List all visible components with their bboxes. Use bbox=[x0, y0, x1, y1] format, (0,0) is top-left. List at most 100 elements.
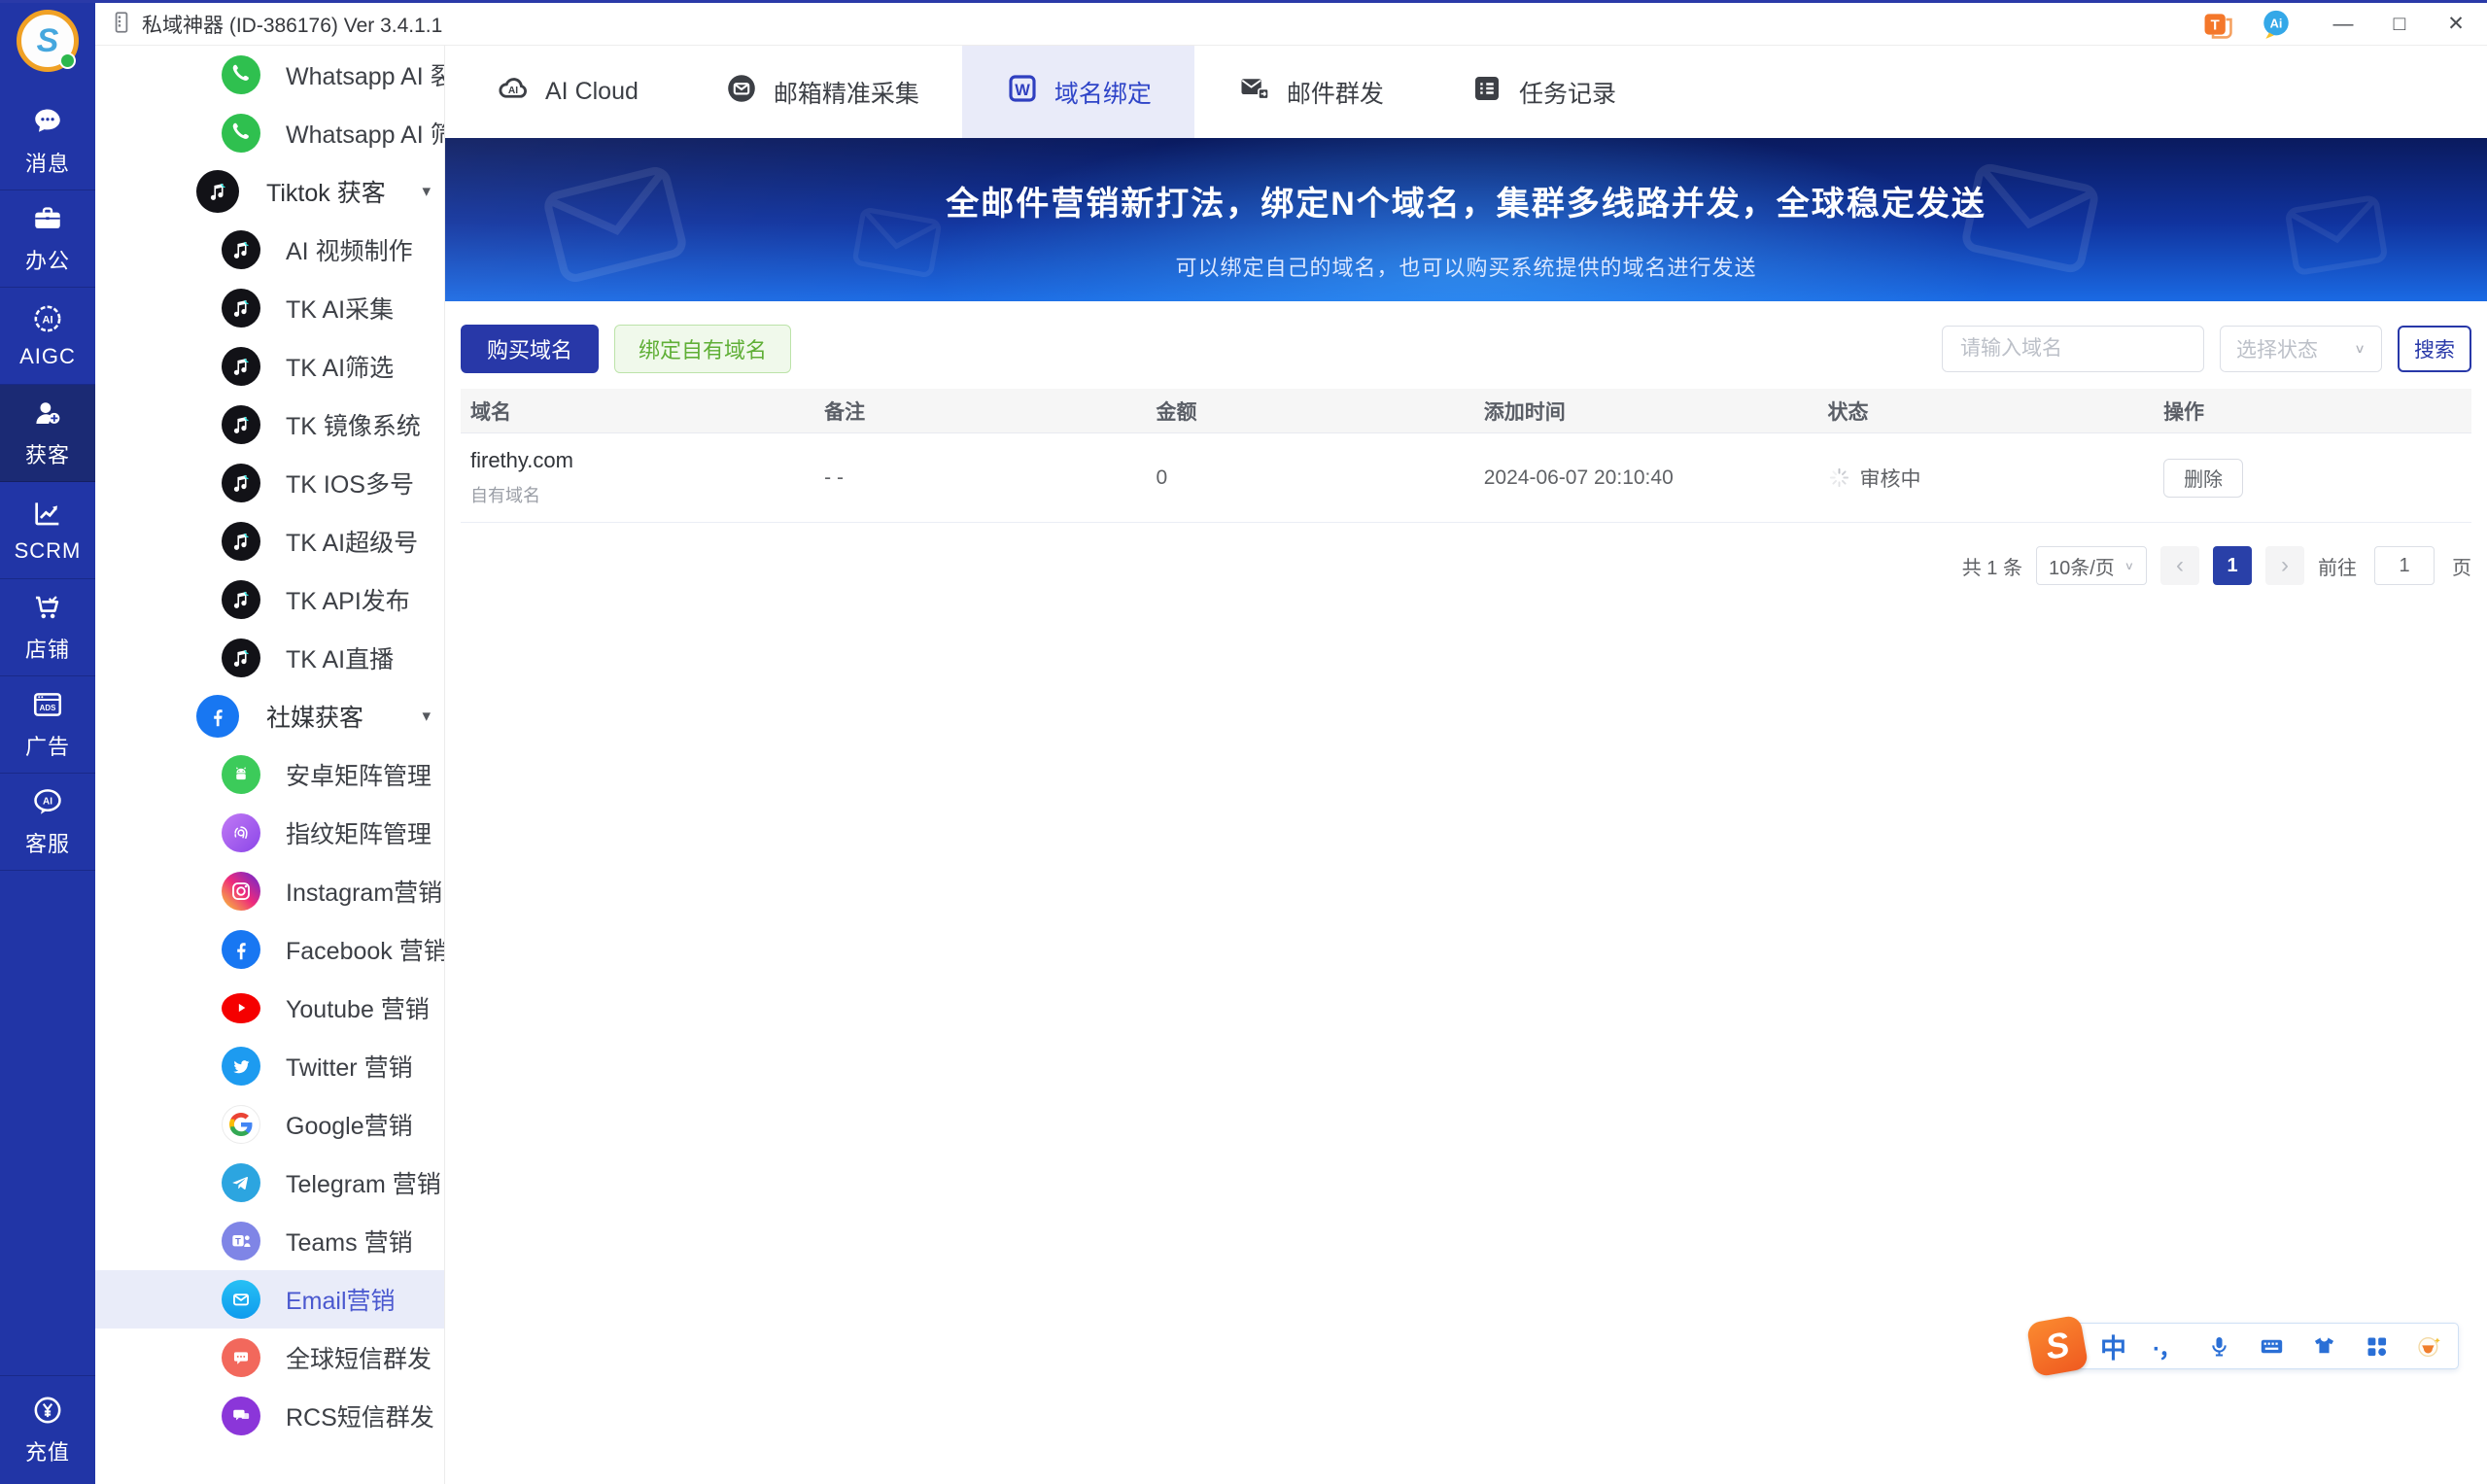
rail-item-ads[interactable]: ADS 广告 bbox=[0, 676, 95, 774]
tab-task-log[interactable]: 任务记录 bbox=[1427, 46, 1659, 138]
rail-item-office[interactable]: 办公 bbox=[0, 190, 95, 288]
menu-item-label: Twitter 营销 bbox=[286, 1054, 413, 1082]
domain-type: 自有域名 bbox=[470, 486, 540, 505]
menu-item[interactable]: 指纹矩阵管理 bbox=[95, 804, 444, 862]
next-page-button[interactable]: › bbox=[2265, 546, 2304, 585]
menu-item[interactable]: Telegram 营销 bbox=[95, 1154, 444, 1212]
svg-text:Ai: Ai bbox=[2270, 16, 2283, 30]
tab-ai-cloud[interactable]: AI AI Cloud bbox=[453, 46, 681, 138]
rail-item-acquire[interactable]: 获客 bbox=[0, 385, 95, 482]
menu-item-label: Telegram 营销 bbox=[286, 1171, 441, 1198]
ime-toolbox-icon[interactable] bbox=[2364, 1333, 2390, 1360]
menu-item[interactable]: TK AI筛选 bbox=[95, 337, 444, 396]
ime-microphone-icon[interactable] bbox=[2206, 1333, 2232, 1360]
telegram-icon bbox=[222, 1163, 260, 1202]
prev-page-button[interactable]: ‹ bbox=[2160, 546, 2199, 585]
menu-item[interactable]: TK AI超级号 bbox=[95, 512, 444, 570]
ime-keyboard-icon[interactable] bbox=[2259, 1333, 2285, 1360]
menu-item[interactable]: 安卓矩阵管理 bbox=[95, 745, 444, 804]
menu-item-label: Google营销 bbox=[286, 1113, 413, 1140]
rail-item-label: 消息 bbox=[24, 152, 70, 176]
column-header: 备注 bbox=[824, 400, 866, 424]
menu-item[interactable]: Tiktok 获客 ▾ bbox=[95, 162, 444, 221]
cloud-ai-icon: AI bbox=[496, 71, 531, 113]
goto-page-input[interactable] bbox=[2374, 546, 2435, 585]
facebook-icon bbox=[222, 930, 260, 969]
rail-item-scrm[interactable]: SCRM bbox=[0, 482, 95, 579]
youtube-icon bbox=[222, 992, 260, 1023]
tab-domain-bind[interactable]: W 域名绑定 bbox=[961, 46, 1194, 138]
rail-item-recharge[interactable]: 充值 bbox=[0, 1375, 95, 1484]
menu-item[interactable]: Instagram营销 bbox=[95, 862, 444, 920]
rail-item-label: 店铺 bbox=[24, 638, 70, 662]
cell-amount: 0 bbox=[1156, 466, 1168, 489]
menu-item-label: 社媒获客 bbox=[266, 705, 364, 732]
menu-item[interactable]: 社媒获客 ▾ bbox=[95, 687, 444, 745]
bind-own-domain-button[interactable]: 绑定自有域名 bbox=[614, 325, 792, 373]
tiktok-icon bbox=[222, 464, 260, 502]
table-row: firethy.com 自有域名 - - 0 2024-06-07 20:10:… bbox=[461, 433, 2471, 523]
search-button[interactable]: 搜索 bbox=[2398, 326, 2471, 372]
menu-item[interactable]: Whatsapp AI 裂变 bbox=[95, 46, 444, 104]
rail-item-shop[interactable]: 店铺 bbox=[0, 579, 95, 676]
total-count: 共 1 条 bbox=[1961, 557, 2022, 579]
cell-added-time: 2024-06-07 20:10:40 bbox=[1483, 466, 1674, 489]
maximize-button[interactable]: □ bbox=[2374, 5, 2425, 44]
rail-item-label: SCRM bbox=[14, 538, 82, 563]
rail-item-aigc[interactable]: AI AIGC bbox=[0, 288, 95, 385]
chevron-down-icon: ▾ bbox=[422, 182, 431, 200]
sogou-logo-icon[interactable]: S bbox=[2025, 1314, 2090, 1378]
page-size-value: 10条/页 bbox=[2048, 557, 2115, 579]
goto-label: 前往 bbox=[2318, 557, 2357, 579]
ime-skin-icon[interactable] bbox=[2311, 1333, 2337, 1360]
status-select[interactable]: 选择状态 ∨ bbox=[2220, 326, 2382, 372]
ime-punctuation-icon[interactable]: ·， bbox=[2153, 1329, 2182, 1363]
menu-item[interactable]: Whatsapp AI 筛选 bbox=[95, 104, 444, 162]
rail-item-support[interactable]: AI 客服 bbox=[0, 774, 95, 871]
menu-item[interactable]: TK AI直播 bbox=[95, 629, 444, 687]
menu-item[interactable]: RCS短信群发 bbox=[95, 1387, 444, 1445]
menu-item[interactable]: TK IOS多号 bbox=[95, 454, 444, 512]
svg-text:AI: AI bbox=[508, 86, 518, 96]
page-1-button[interactable]: 1 bbox=[2213, 546, 2252, 585]
domain-name: firethy.com bbox=[470, 448, 573, 472]
tab-mail-collect[interactable]: 邮箱精准采集 bbox=[681, 46, 962, 138]
banner-title: 全邮件营销新打法，绑定N个域名，集群多线路并发，全球稳定发送 bbox=[946, 186, 1986, 223]
chevron-down-icon: ∨ bbox=[2124, 559, 2135, 571]
domain-search-input[interactable] bbox=[1942, 326, 2204, 372]
delete-button[interactable]: 删除 bbox=[2163, 458, 2244, 498]
menu-item[interactable]: TK 镜像系统 bbox=[95, 396, 444, 454]
menu-item[interactable]: Youtube 营销 bbox=[95, 979, 444, 1037]
translate-icon[interactable]: T bbox=[2201, 8, 2234, 41]
svg-text:AI: AI bbox=[42, 314, 52, 326]
column-header: 状态 bbox=[1827, 400, 1869, 424]
tab-label: 邮箱精准采集 bbox=[773, 80, 919, 108]
menu-item[interactable]: TK AI采集 bbox=[95, 279, 444, 337]
menu-item[interactable]: Google营销 bbox=[95, 1095, 444, 1154]
close-button[interactable]: ✕ bbox=[2431, 5, 2481, 44]
w-square-icon: W bbox=[1005, 71, 1040, 113]
main-content: AI AI Cloud 邮箱精准采集 W 域名绑定 邮件群发 任务记录 全邮件营… bbox=[445, 46, 2487, 1484]
aigc-icon: AI bbox=[31, 302, 64, 335]
cell-note: - - bbox=[824, 466, 844, 489]
buy-domain-button[interactable]: 购买域名 bbox=[461, 325, 600, 373]
tab-mail-bulk[interactable]: 邮件群发 bbox=[1194, 46, 1427, 138]
menu-item[interactable]: TK API发布 bbox=[95, 570, 444, 629]
menu-item[interactable]: AI 视频制作 bbox=[95, 221, 444, 279]
ime-chinese-mode-icon[interactable]: 中 bbox=[2100, 1328, 2126, 1365]
minimize-button[interactable]: — bbox=[2318, 5, 2368, 44]
menu-item-label: Teams 营销 bbox=[286, 1229, 413, 1257]
menu-item[interactable]: Twitter 营销 bbox=[95, 1037, 444, 1095]
tiktok-icon bbox=[222, 522, 260, 561]
page-size-select[interactable]: 10条/页 ∨ bbox=[2036, 546, 2147, 585]
menu-item-label: TK IOS多号 bbox=[286, 471, 414, 499]
ime-emoji-icon[interactable] bbox=[2416, 1333, 2442, 1360]
rail-item-messages[interactable]: 消息 bbox=[0, 93, 95, 190]
menu-item[interactable]: Facebook 营销 bbox=[95, 920, 444, 979]
tiktok-icon bbox=[222, 405, 260, 444]
menu-item[interactable]: T Teams 营销 bbox=[95, 1212, 444, 1270]
menu-item-label: RCS短信群发 bbox=[286, 1404, 434, 1432]
ai-assistant-icon[interactable]: Ai bbox=[2260, 8, 2293, 41]
menu-item[interactable]: 全球短信群发 bbox=[95, 1329, 444, 1387]
menu-item[interactable]: Email营销 bbox=[95, 1270, 444, 1329]
